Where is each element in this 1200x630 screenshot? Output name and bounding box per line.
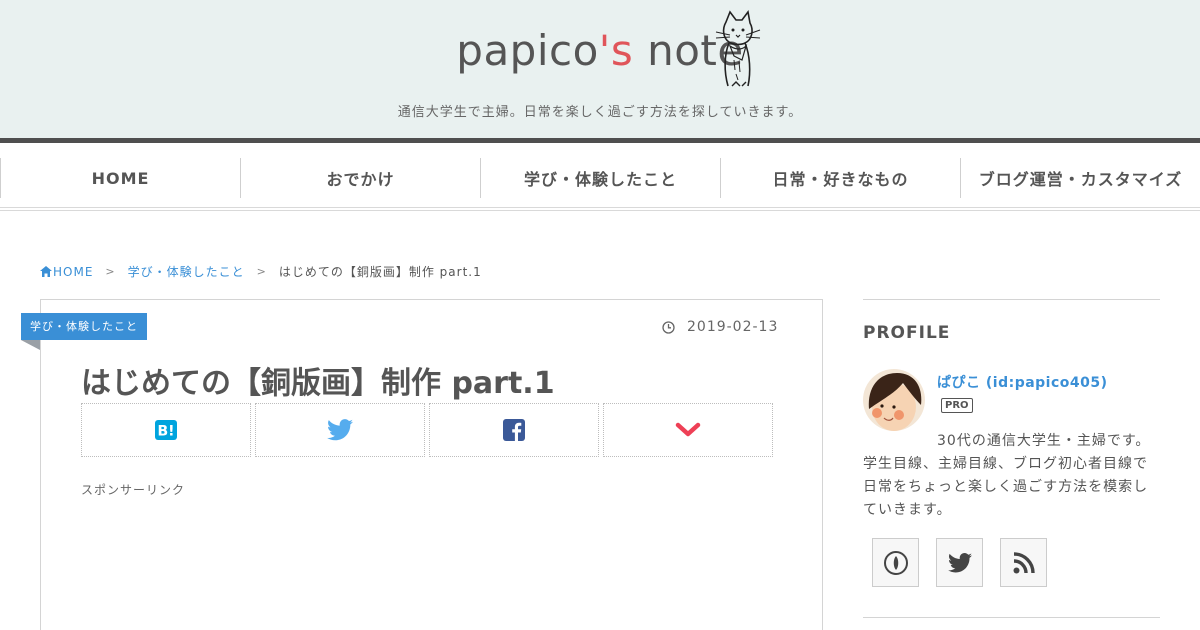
breadcrumb-home[interactable]: HOME	[53, 265, 93, 279]
hatena-share-button[interactable]: B!	[81, 403, 251, 457]
nav-item-home[interactable]: HOME	[0, 158, 240, 198]
sidebar-divider	[863, 299, 1160, 300]
sidebar-heading: PROFILE	[863, 323, 951, 343]
nav-divider-2	[0, 210, 1200, 211]
pro-badge: PRO	[941, 398, 973, 413]
nav-divider	[0, 207, 1200, 208]
facebook-icon	[503, 419, 525, 441]
twitter-icon	[327, 419, 353, 441]
profile-description: 学生目線、主婦目線、ブログ初心者目線で日常をちょっと楽しく過ごす方法を模索してい…	[863, 456, 1149, 518]
site-title[interactable]: papico's note	[0, 26, 1200, 75]
clock-icon	[662, 320, 675, 334]
hatena-follow-button[interactable]	[872, 538, 919, 587]
breadcrumb: HOME > 学び・体験したこと > はじめての【銅版画】制作 part.1	[40, 263, 482, 280]
nav-item-blog[interactable]: ブログ運営・カスタマイズ	[960, 158, 1200, 198]
site-title-accent: 's	[598, 26, 634, 75]
sidebar-social-icons	[872, 538, 1064, 587]
hatena-bookmark-icon: B!	[155, 420, 177, 440]
twitter-follow-button[interactable]	[936, 538, 983, 587]
site-title-main: papico	[456, 26, 599, 75]
category-label[interactable]: 学び・体験したこと	[21, 313, 147, 340]
chevron-right-icon: >	[105, 265, 116, 278]
twitter-icon	[947, 552, 972, 572]
site-tagline: 通信大学生で主婦。日常を楽しく過ごす方法を探していきます。	[397, 105, 803, 120]
hatena-icon	[883, 550, 908, 575]
twitter-share-button[interactable]	[255, 403, 425, 457]
sponsored-link-label: スポンサーリンク	[81, 483, 186, 497]
nav-item-odekake[interactable]: おでかけ	[240, 158, 480, 198]
post-title: はじめての【銅版画】制作 part.1	[81, 366, 555, 401]
profile-name-link[interactable]: ぱぴこ (id:papico405)	[937, 372, 1108, 392]
sidebar-divider-bottom	[863, 617, 1160, 618]
rss-subscribe-button[interactable]	[1000, 538, 1047, 587]
global-nav: HOME おでかけ 学び・体験したこと 日常・好きなもの ブログ運営・カスタマイ…	[0, 158, 1200, 198]
svg-text:B!: B!	[157, 424, 174, 440]
pocket-share-button[interactable]	[603, 403, 773, 457]
post-date-text: 2019-02-13	[687, 319, 779, 335]
home-icon	[40, 266, 52, 277]
nav-item-manabi[interactable]: 学び・体験したこと	[480, 158, 720, 198]
article-card	[40, 299, 823, 630]
post-date: 2019-02-13	[662, 319, 778, 335]
breadcrumb-category[interactable]: 学び・体験したこと	[128, 263, 245, 280]
category-label-fold	[21, 340, 40, 350]
nav-item-nichijo[interactable]: 日常・好きなもの	[720, 158, 960, 198]
site-header: papico's note 通信大学生で主婦。日常を楽しく過ごす方法を探していき…	[0, 0, 1200, 138]
facebook-share-button[interactable]	[429, 403, 599, 457]
rss-icon	[1013, 551, 1035, 573]
profile-description-line1: 30代の通信大学生・主婦です。	[937, 433, 1151, 449]
chevron-right-icon: >	[256, 265, 267, 278]
cat-logo-icon	[715, 10, 761, 87]
header-divider	[0, 138, 1200, 143]
avatar[interactable]	[863, 369, 925, 431]
breadcrumb-current: はじめての【銅版画】制作 part.1	[278, 265, 482, 279]
share-buttons: B!	[81, 403, 773, 457]
chevron-down-icon	[675, 422, 701, 437]
